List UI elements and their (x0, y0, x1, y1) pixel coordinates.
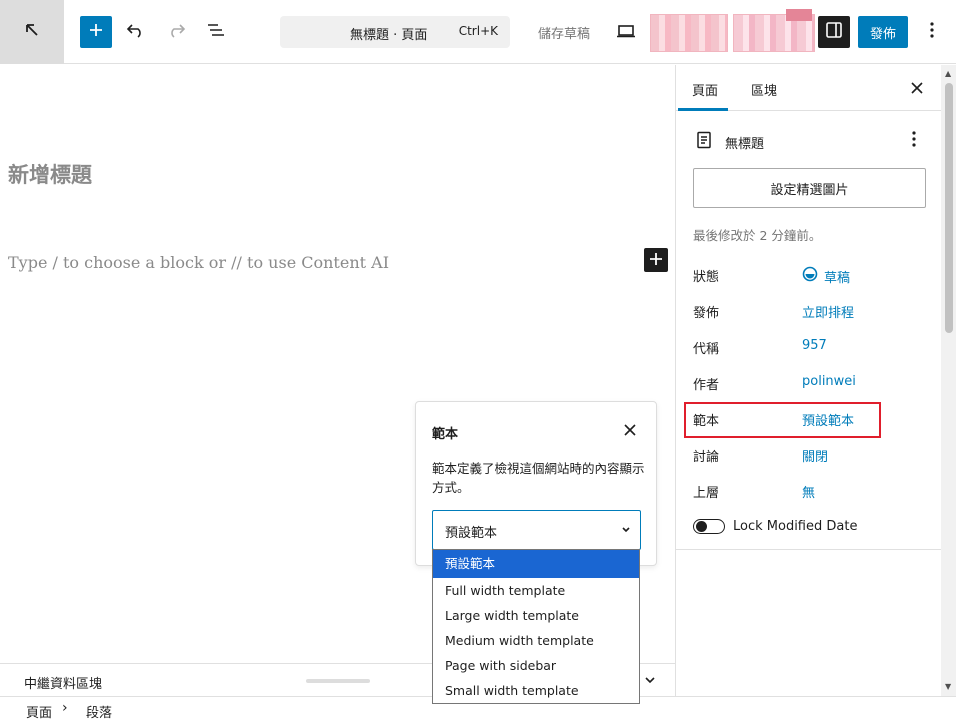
lock-modified-toggle[interactable] (693, 519, 725, 534)
draft-status-icon (802, 266, 818, 286)
sidebar-scrollbar[interactable]: ▲ ▼ (941, 65, 956, 696)
discussion-value[interactable]: 關閉 (802, 446, 828, 465)
last-modified-text: 最後修改於 2 分鐘前。 (693, 228, 822, 243)
resize-handle[interactable] (306, 679, 370, 683)
status-value[interactable]: 草稿 (802, 266, 850, 286)
plus-icon (649, 251, 663, 270)
preview-button[interactable] (610, 16, 642, 48)
chevron-down-icon[interactable] (642, 672, 658, 692)
template-select[interactable]: 預設範本 (432, 510, 641, 550)
slug-value[interactable]: 957 (802, 338, 827, 353)
editor-window: 無標題 · 頁面 Ctrl+K 儲存草稿 發佈 新增標題 Type / to c… (0, 0, 956, 721)
blurred-plugin-button-1[interactable] (650, 14, 728, 52)
chevron-down-icon (620, 521, 632, 543)
undo-icon (126, 22, 146, 42)
plus-icon (88, 22, 104, 42)
template-popover: 範本 範本定義了檢視這個網站時的內容顯示方式。 預設範本 (415, 401, 657, 566)
active-tab-indicator (678, 108, 728, 111)
popover-title: 範本 (432, 427, 459, 442)
row-label: 發佈 (693, 306, 720, 321)
tab-page[interactable]: 頁面 (692, 80, 718, 99)
command-shortcut: Ctrl+K (458, 24, 498, 38)
scrollbar-thumb[interactable] (945, 83, 953, 333)
template-option[interactable]: Small width template (433, 678, 639, 703)
sidebar-icon (825, 21, 843, 43)
template-options-list: 預設範本 Full width template Large width tem… (432, 549, 640, 704)
discussion-row: 討論 關閉 (693, 446, 926, 466)
more-vertical-icon (912, 131, 916, 151)
author-row: 作者 polinwei (693, 374, 926, 394)
doc-actions-button[interactable] (904, 131, 924, 151)
publish-row: 發佈 立即排程 (693, 302, 926, 322)
slug-row: 代稱 957 (693, 338, 926, 358)
row-label: 狀態 (693, 270, 720, 285)
sidebar-divider (676, 549, 941, 550)
row-label: 討論 (693, 450, 720, 465)
settings-sidebar: 頁面 區塊 無標題 設定精選圖片 最後修改於 2 分鐘前。 狀態 草稿 發佈 立… (675, 65, 956, 696)
more-vertical-icon (930, 22, 934, 42)
blurred-plugin-button-2[interactable] (733, 9, 815, 52)
author-value[interactable]: polinwei (802, 374, 856, 389)
template-select-value: 預設範本 (445, 526, 498, 541)
row-label: 作者 (693, 378, 720, 393)
status-row: 狀態 草稿 (693, 266, 926, 286)
paragraph-block-input[interactable]: Type / to choose a block or // to use Co… (8, 253, 389, 272)
lock-modified-label: Lock Modified Date (733, 519, 858, 534)
close-icon (624, 421, 636, 440)
sidebar-tabs: 頁面 區塊 (676, 65, 941, 111)
close-icon (911, 79, 923, 98)
list-view-button[interactable] (200, 16, 232, 48)
popover-close-button[interactable] (618, 418, 642, 442)
settings-sidebar-toggle[interactable] (818, 16, 850, 48)
options-button[interactable] (920, 16, 944, 48)
template-row-highlight (684, 402, 881, 438)
command-palette-bar[interactable]: 無標題 · 頁面 Ctrl+K (280, 16, 510, 48)
sidebar-close-button[interactable] (906, 77, 928, 99)
save-draft-button[interactable]: 儲存草稿 (538, 23, 590, 42)
set-featured-image-button[interactable]: 設定精選圖片 (693, 168, 926, 208)
document-title: 無標題 · 頁面 (350, 28, 428, 43)
desktop-icon (616, 23, 636, 42)
breadcrumb-separator: › (62, 700, 68, 716)
redo-button[interactable] (160, 16, 192, 48)
redo-icon (166, 22, 186, 42)
scroll-up-icon[interactable]: ▲ (945, 69, 951, 78)
breadcrumb-item[interactable]: 頁面 (26, 702, 52, 721)
inline-add-block-button[interactable] (644, 248, 668, 272)
wordpress-back-icon (23, 21, 41, 43)
parent-row: 上層 無 (693, 482, 926, 502)
template-option[interactable]: Medium width template (433, 628, 639, 653)
publish-button[interactable]: 發佈 (858, 16, 908, 48)
meta-boxes-title[interactable]: 中繼資料區塊 (24, 673, 102, 692)
back-button[interactable] (0, 0, 64, 64)
breadcrumb-item[interactable]: 段落 (86, 702, 112, 721)
row-label: 上層 (693, 486, 720, 501)
template-option[interactable]: Large width template (433, 603, 639, 628)
popover-description: 範本定義了檢視這個網站時的內容顯示方式。 (432, 461, 645, 495)
publish-value[interactable]: 立即排程 (802, 302, 854, 321)
editor-header: 無標題 · 頁面 Ctrl+K 儲存草稿 發佈 (0, 0, 956, 64)
parent-value[interactable]: 無 (802, 482, 815, 501)
undo-button[interactable] (120, 16, 152, 48)
sidebar-doc-title: 無標題 (725, 137, 765, 152)
page-icon (696, 131, 712, 153)
status-value-text: 草稿 (824, 270, 851, 286)
scroll-down-icon[interactable]: ▼ (945, 682, 951, 691)
list-view-icon (206, 22, 226, 42)
tab-block[interactable]: 區塊 (751, 80, 777, 99)
template-option[interactable]: Full width template (433, 578, 639, 603)
row-label: 代稱 (693, 342, 720, 357)
toggle-knob (696, 521, 707, 532)
add-block-button[interactable] (80, 16, 112, 48)
template-option[interactable]: 預設範本 (433, 550, 639, 578)
post-title-input[interactable]: 新增標題 (8, 159, 92, 189)
template-option[interactable]: Page with sidebar (433, 653, 639, 678)
